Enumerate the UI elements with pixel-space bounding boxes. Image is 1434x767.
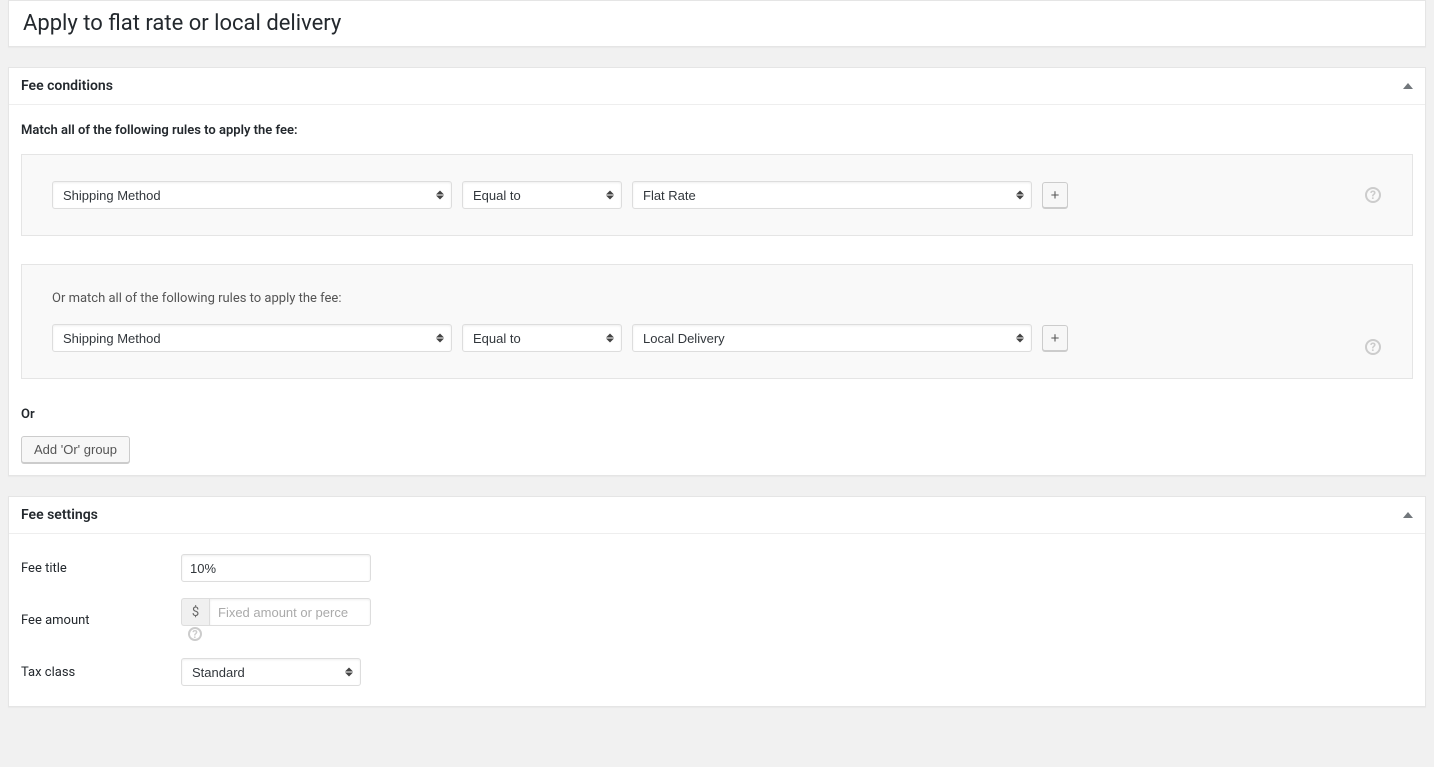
condition-value-select-wrap: Flat Rate bbox=[632, 181, 1032, 209]
condition-operator-select-wrap: Equal to bbox=[462, 181, 622, 209]
or-match-label: Or match all of the following rules to a… bbox=[52, 291, 1382, 306]
svg-text:?: ? bbox=[1370, 340, 1376, 354]
condition-value-select[interactable]: Flat Rate bbox=[632, 181, 1032, 209]
tax-class-select-wrap: Standard bbox=[181, 658, 361, 686]
fee-conditions-title: Fee conditions bbox=[21, 78, 113, 94]
help-icon[interactable]: ? bbox=[1364, 338, 1382, 356]
table-row: Fee amount $ ? bbox=[21, 590, 381, 650]
fee-title-input[interactable] bbox=[181, 554, 371, 582]
fee-title-label: Fee title bbox=[21, 546, 181, 590]
tax-class-select[interactable]: Standard bbox=[181, 658, 361, 686]
add-rule-button[interactable]: + bbox=[1042, 325, 1068, 351]
currency-symbol: $ bbox=[181, 598, 209, 626]
condition-group: Shipping Method Equal to Flat Rate bbox=[21, 154, 1413, 236]
fee-settings-body: Fee title Fee amount $ ? bbox=[9, 534, 1425, 706]
help-icon[interactable]: ? bbox=[1364, 186, 1382, 204]
condition-operator-select[interactable]: Equal to bbox=[462, 324, 622, 352]
condition-field-select-wrap: Shipping Method bbox=[52, 181, 452, 209]
help-icon[interactable]: ? bbox=[187, 626, 203, 642]
fee-conditions-header[interactable]: Fee conditions bbox=[9, 68, 1425, 105]
fee-amount-label: Fee amount bbox=[21, 590, 181, 650]
fee-settings-title: Fee settings bbox=[21, 507, 98, 523]
condition-field-select[interactable]: Shipping Method bbox=[52, 324, 452, 352]
fee-settings-box: Fee settings Fee title Fee amount $ bbox=[8, 496, 1426, 707]
fee-settings-header[interactable]: Fee settings bbox=[9, 497, 1425, 534]
condition-field-select[interactable]: Shipping Method bbox=[52, 181, 452, 209]
match-rules-label: Match all of the following rules to appl… bbox=[21, 123, 1413, 138]
fee-amount-input[interactable] bbox=[209, 598, 371, 626]
condition-group: Or match all of the following rules to a… bbox=[21, 264, 1413, 379]
table-row: Fee title bbox=[21, 546, 381, 590]
condition-operator-select[interactable]: Equal to bbox=[462, 181, 622, 209]
fee-settings-table: Fee title Fee amount $ ? bbox=[21, 546, 381, 694]
title-panel: Apply to flat rate or local delivery bbox=[8, 0, 1426, 47]
condition-field-select-wrap: Shipping Method bbox=[52, 324, 452, 352]
collapse-icon[interactable] bbox=[1403, 83, 1413, 89]
add-or-group-button[interactable]: Add 'Or' group bbox=[21, 436, 130, 463]
condition-row: Shipping Method Equal to Local Delivery bbox=[52, 324, 1382, 352]
table-row: Tax class Standard bbox=[21, 650, 381, 694]
svg-text:?: ? bbox=[1370, 188, 1376, 202]
add-rule-button[interactable]: + bbox=[1042, 182, 1068, 208]
condition-value-select-wrap: Local Delivery bbox=[632, 324, 1032, 352]
fee-conditions-body: Match all of the following rules to appl… bbox=[9, 105, 1425, 475]
condition-row: Shipping Method Equal to Flat Rate bbox=[52, 181, 1382, 209]
condition-value-select[interactable]: Local Delivery bbox=[632, 324, 1032, 352]
or-label: Or bbox=[21, 407, 1413, 422]
fee-conditions-box: Fee conditions Match all of the followin… bbox=[8, 67, 1426, 476]
page-title: Apply to flat rate or local delivery bbox=[23, 11, 1411, 36]
tax-class-label: Tax class bbox=[21, 650, 181, 694]
condition-operator-select-wrap: Equal to bbox=[462, 324, 622, 352]
fee-amount-input-group: $ bbox=[181, 598, 371, 626]
svg-text:?: ? bbox=[192, 628, 198, 641]
collapse-icon[interactable] bbox=[1403, 512, 1413, 518]
